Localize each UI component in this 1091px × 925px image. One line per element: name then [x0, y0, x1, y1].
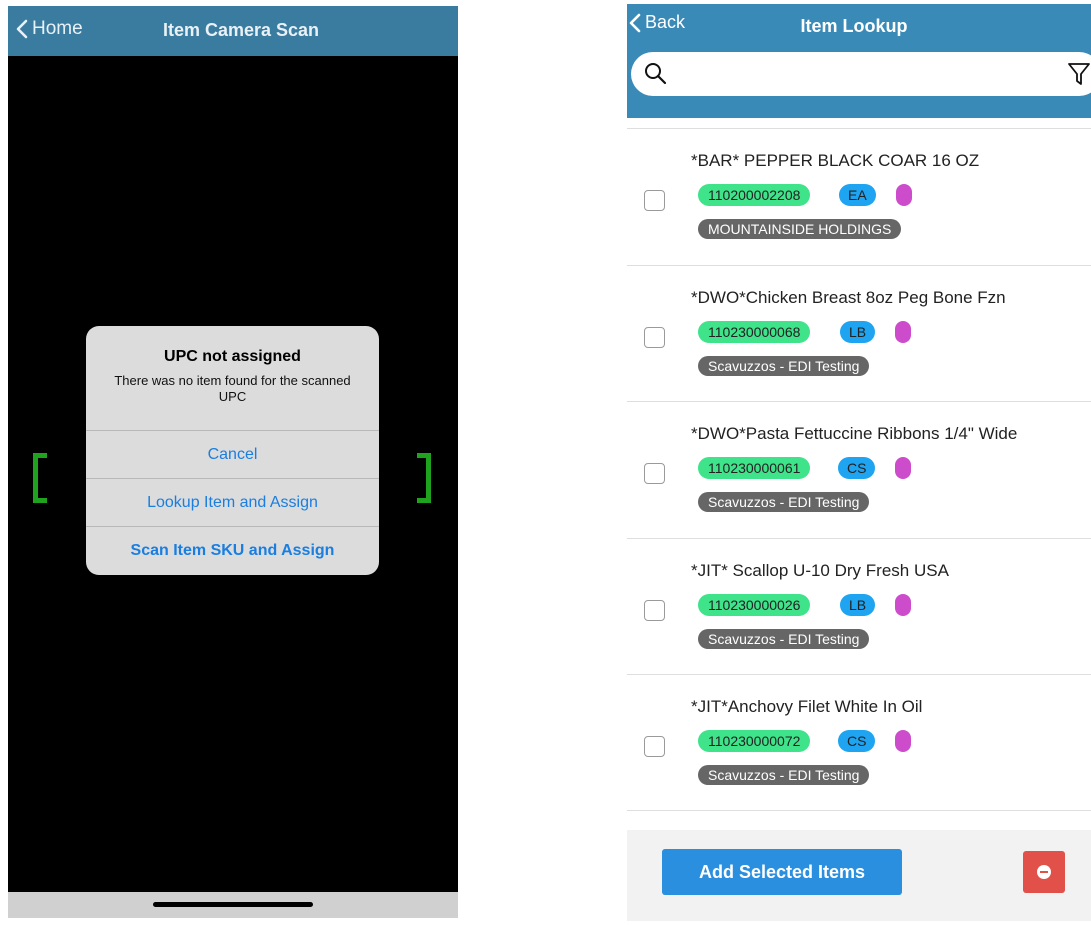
- uom-badge: CS: [838, 457, 876, 479]
- uom-badge: LB: [840, 320, 876, 343]
- list-item[interactable]: *DWO*Chicken Breast 8oz Peg Bone Fzn 110…: [627, 264, 1091, 402]
- color-dot: [895, 320, 911, 343]
- item-list: *BAR* PEPPER BLACK COAR 16 OZ 1102000022…: [627, 128, 1091, 811]
- item-name: *DWO*Chicken Breast 8oz Peg Bone Fzn: [691, 287, 1006, 307]
- list-item[interactable]: *JIT* Scallop U-10 Dry Fresh USA 1102300…: [627, 537, 1091, 675]
- item-name: *BAR* PEPPER BLACK COAR 16 OZ: [691, 151, 980, 170]
- alert-dialog: UPC not assigned There was no item found…: [86, 326, 379, 575]
- page-title: Item Camera Scan: [162, 20, 320, 40]
- sku-badge: 110230000072: [698, 730, 811, 752]
- item-name: *JIT*Anchovy Filet White In Oil: [691, 697, 923, 716]
- list-item[interactable]: *DWO*Pasta Fettuccine Ribbons 1/4" Wide …: [627, 401, 1091, 538]
- footer-bar: Add Selected Items: [627, 830, 1091, 921]
- home-indicator[interactable]: [153, 902, 313, 907]
- lookup-item-and-assign-button[interactable]: Lookup Item and Assign: [86, 478, 379, 526]
- nav-bar: Home Item Camera Scan: [8, 6, 458, 56]
- color-dot: [895, 593, 911, 616]
- cancel-button[interactable]: Cancel: [86, 430, 379, 478]
- uom-badge: LB: [840, 593, 876, 616]
- page-title: Item Lookup: [800, 16, 908, 36]
- item-name: *DWO*Pasta Fettuccine Ribbons 1/4" Wide: [691, 424, 1018, 443]
- list-item[interactable]: *BAR* PEPPER BLACK COAR 16 OZ 1102000022…: [627, 128, 1091, 265]
- uom-badge: CS: [838, 730, 876, 752]
- color-dot: [895, 730, 911, 752]
- color-dot: [896, 184, 912, 206]
- sku-badge: 110230000026: [698, 593, 811, 616]
- sku-badge: 110230000068: [698, 320, 811, 343]
- vendor-badge: Scavuzzos - EDI Testing: [698, 492, 870, 512]
- sku-badge: 110230000061: [698, 457, 811, 479]
- vendor-badge: MOUNTAINSIDE HOLDINGS: [698, 219, 902, 239]
- item-lookup-screen: Back Item Lookup *BAR* PEPPER BLACK COAR…: [627, 4, 1091, 921]
- item-name: *JIT* Scallop U-10 Dry Fresh USA: [691, 560, 949, 580]
- filter-icon[interactable]: [1067, 61, 1091, 87]
- vendor-badge: Scavuzzos - EDI Testing: [698, 355, 870, 376]
- scan-frame-right-bracket: [417, 453, 431, 503]
- minus-circle-icon: [1037, 865, 1051, 879]
- camera-scan-screen: Home Item Camera Scan UPC not assigned T…: [8, 6, 458, 918]
- remove-button[interactable]: [1023, 851, 1065, 893]
- item-checkbox[interactable]: [644, 599, 665, 621]
- vendor-badge: Scavuzzos - EDI Testing: [698, 765, 870, 785]
- item-checkbox[interactable]: [644, 326, 665, 348]
- search-icon: [645, 63, 667, 85]
- uom-badge: EA: [839, 184, 876, 206]
- add-selected-items-button[interactable]: Add Selected Items: [662, 849, 902, 895]
- scan-item-sku-and-assign-button[interactable]: Scan Item SKU and Assign: [86, 526, 379, 574]
- alert-title: UPC not assigned: [164, 348, 301, 365]
- bottom-bar: [8, 892, 458, 918]
- scan-frame-left-bracket: [33, 453, 47, 503]
- item-checkbox[interactable]: [644, 736, 665, 757]
- color-dot: [895, 457, 911, 479]
- item-checkbox[interactable]: [644, 463, 665, 484]
- nav-bar: Back Item Lookup: [627, 4, 1091, 118]
- list-item[interactable]: *JIT*Anchovy Filet White In Oil 11023000…: [627, 674, 1091, 811]
- sku-badge: 110200002208: [698, 184, 811, 206]
- item-checkbox[interactable]: [644, 190, 665, 211]
- search-input[interactable]: [631, 52, 1091, 96]
- vendor-badge: Scavuzzos - EDI Testing: [698, 628, 870, 649]
- alert-message: There was no item found for the scanned …: [114, 373, 351, 404]
